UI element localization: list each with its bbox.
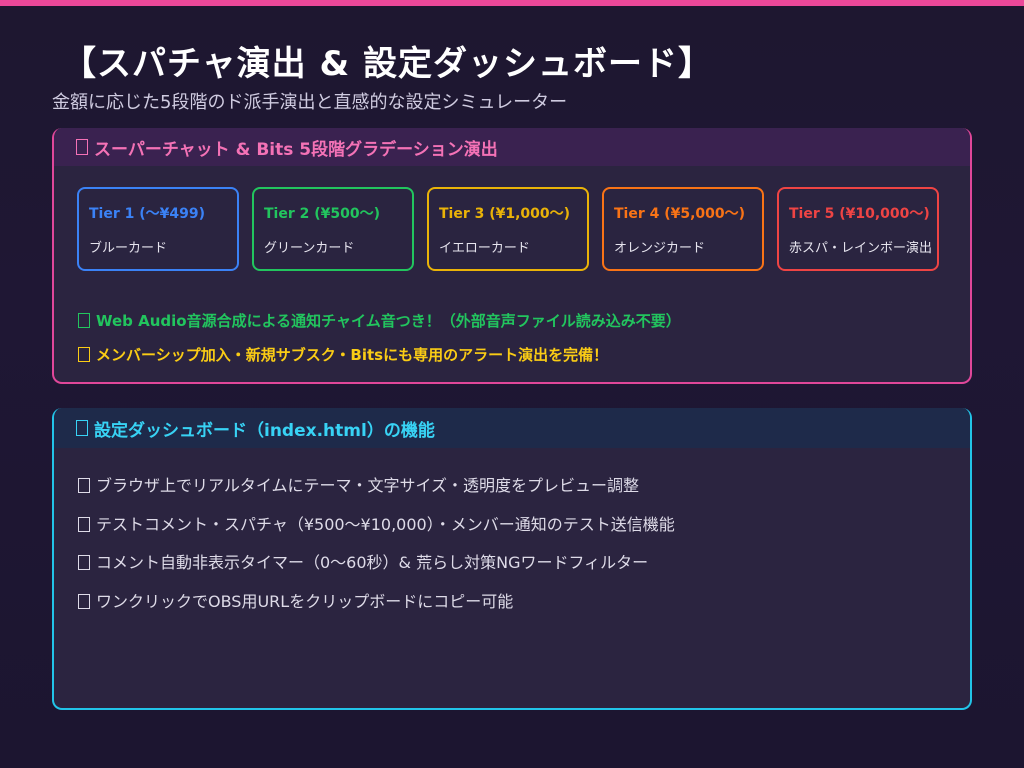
tier-desc: イエローカード	[439, 241, 530, 256]
dashboard-item-text: ワンクリックでOBS用URLをクリップボードにコピー可能	[96, 592, 514, 611]
dashboard-item: コメント自動非表示タイマー（0〜60秒）& 荒らし対策NGワードフィルター	[78, 549, 648, 573]
superchat-heading: スーパーチャット & Bits 5段階グラデーション演出	[94, 139, 498, 160]
tier-desc: 赤スパ・レインボー演出	[789, 241, 933, 256]
missing-glyph-icon	[78, 347, 90, 362]
feature-audio-text: Web Audio音源合成による通知チャイム音つき！（外部音声ファイル読み込み不…	[96, 312, 681, 330]
dashboard-panel: 設定ダッシュボード（index.html）の機能 ブラウザ上でリアルタイムにテー…	[52, 408, 972, 710]
tier-name: Tier 1 (〜¥499)	[89, 206, 205, 222]
missing-glyph-icon	[78, 517, 90, 532]
dashboard-heading: 設定ダッシュボード（index.html）の機能	[94, 420, 435, 441]
feature-membership-text: メンバーシップ加入・新規サブスク・Bitsにも専用のアラート演出を完備！	[96, 346, 609, 364]
dashboard-item-text: コメント自動非表示タイマー（0〜60秒）& 荒らし対策NGワードフィルター	[96, 553, 649, 572]
missing-glyph-icon	[78, 313, 90, 328]
dashboard-panel-header: 設定ダッシュボード（index.html）の機能	[54, 408, 970, 448]
tier-name: Tier 4 (¥5,000〜)	[614, 206, 746, 222]
tier-name: Tier 3 (¥1,000〜)	[439, 206, 571, 222]
superchat-panel: スーパーチャット & Bits 5段階グラデーション演出 Tier 1 (〜¥4…	[52, 128, 972, 384]
tier-name: Tier 5 (¥10,000〜)	[789, 206, 930, 222]
dashboard-item: ブラウザ上でリアルタイムにテーマ・文字サイズ・透明度をプレビュー調整	[78, 472, 639, 496]
tier-name: Tier 2 (¥500〜)	[264, 206, 380, 222]
dashboard-item: テストコメント・スパチャ（¥500〜¥10,000）・メンバー通知のテスト送信機…	[78, 511, 675, 535]
tier-card-3: Tier 3 (¥1,000〜) イエローカード	[427, 187, 589, 271]
tier-card-5: Tier 5 (¥10,000〜) 赤スパ・レインボー演出	[777, 187, 939, 271]
feature-membership: メンバーシップ加入・新規サブスク・Bitsにも専用のアラート演出を完備！	[78, 344, 608, 365]
missing-glyph-icon	[78, 594, 90, 609]
tier-card-1: Tier 1 (〜¥499) ブルーカード	[77, 187, 239, 271]
tier-card-4: Tier 4 (¥5,000〜) オレンジカード	[602, 187, 764, 271]
tier-desc: ブルーカード	[89, 241, 168, 256]
top-accent-bar	[0, 0, 1024, 6]
tier-desc: グリーンカード	[264, 241, 355, 256]
superchat-panel-header: スーパーチャット & Bits 5段階グラデーション演出	[54, 128, 970, 166]
tier-card-row: Tier 1 (〜¥499) ブルーカード Tier 2 (¥500〜) グリー…	[77, 187, 939, 271]
page-title: 【スパチャ演出 & 設定ダッシュボード】	[62, 44, 713, 84]
feature-audio: Web Audio音源合成による通知チャイム音つき！（外部音声ファイル読み込み不…	[78, 310, 681, 331]
dashboard-item-text: テストコメント・スパチャ（¥500〜¥10,000）・メンバー通知のテスト送信機…	[96, 515, 675, 534]
tier-card-2: Tier 2 (¥500〜) グリーンカード	[252, 187, 414, 271]
missing-glyph-icon	[78, 555, 90, 570]
page-subtitle: 金額に応じた5段階のド派手演出と直感的な設定シミュレーター	[52, 92, 568, 113]
dashboard-item: ワンクリックでOBS用URLをクリップボードにコピー可能	[78, 588, 513, 612]
missing-glyph-icon	[78, 478, 90, 493]
missing-glyph-icon	[76, 139, 88, 155]
tier-desc: オレンジカード	[614, 241, 706, 256]
missing-glyph-icon	[76, 420, 88, 436]
dashboard-item-text: ブラウザ上でリアルタイムにテーマ・文字サイズ・透明度をプレビュー調整	[96, 476, 640, 495]
